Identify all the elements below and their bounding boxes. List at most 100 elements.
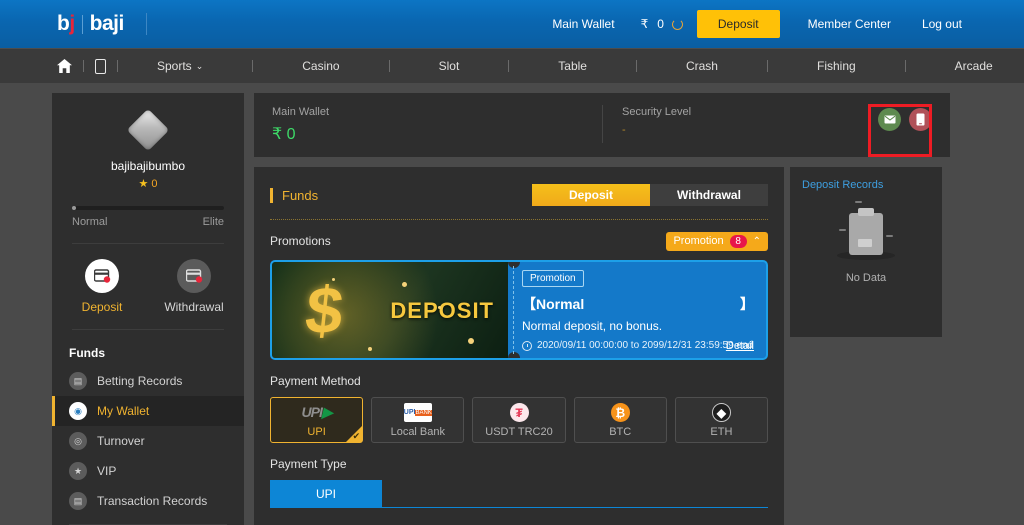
no-data-label: No Data xyxy=(845,272,887,284)
top-header: bj baji Main Wallet ₹ 0 Deposit Member C… xyxy=(0,0,1024,48)
header-deposit-button[interactable]: Deposit xyxy=(696,10,780,38)
promotion-name: 【Normal 】 xyxy=(522,294,754,314)
nav-item-casino[interactable]: Casino xyxy=(302,59,339,73)
chevron-up-icon: ⌃ xyxy=(752,235,761,247)
upi-logo-icon: UPI▶ xyxy=(301,404,333,420)
header-member-center-link[interactable]: Member Center xyxy=(808,17,891,31)
sidebar-item-betting-records[interactable]: ▤ Betting Records xyxy=(52,366,244,396)
wallet-icon: ◉ xyxy=(69,402,87,420)
dollar-symbol: $ xyxy=(302,273,347,347)
promotion-count-badge: 8 xyxy=(729,234,747,248)
nav-items: Sports ⌄ Casino Slot Table Crash Fishing … xyxy=(57,58,1024,74)
payment-method-usdt[interactable]: ₮ USDT TRC20 xyxy=(472,397,566,443)
level-labels: Normal Elite xyxy=(72,216,224,228)
promotion-tag: Promotion xyxy=(522,270,584,287)
promotion-description: Normal deposit, no bonus. xyxy=(522,319,663,333)
promotion-name-text: 【Normal xyxy=(522,296,585,312)
rupee-icon: ₹ xyxy=(640,17,649,31)
funds-header: Funds Deposit Withdrawal xyxy=(270,181,768,209)
payment-method-label: Payment Method xyxy=(270,374,361,388)
nav-item-table[interactable]: Table xyxy=(558,59,587,73)
payment-method-label-usdt: USDT TRC20 xyxy=(485,425,553,438)
funds-accent-bar xyxy=(270,187,273,203)
mobile-icon[interactable] xyxy=(95,58,106,74)
logo-tail-divider xyxy=(145,13,147,35)
page-root: bj baji Main Wallet ₹ 0 Deposit Member C… xyxy=(0,0,1024,525)
sidebar-item-transaction-records[interactable]: ▤ Transaction Records xyxy=(52,486,244,516)
sidebar-divider-2 xyxy=(72,329,224,330)
vip-star-icon: ★ xyxy=(69,462,87,480)
nav-divider xyxy=(83,60,84,72)
security-level-block: Security Level - xyxy=(622,106,691,136)
funds-panel: Funds Deposit Withdrawal Promotions Prom… xyxy=(254,167,784,525)
sidebar-item-label: Turnover xyxy=(97,434,145,448)
home-icon[interactable] xyxy=(57,59,72,73)
nav-divider xyxy=(904,60,906,72)
payment-type-upi[interactable]: UPI xyxy=(270,480,382,507)
brand-logo[interactable]: bj baji xyxy=(57,12,147,36)
sidebar-item-my-wallet[interactable]: ◉ My Wallet xyxy=(52,396,244,426)
deposit-records-title[interactable]: Deposit Records xyxy=(802,179,930,191)
sidebar-quick-actions: Deposit Withdrawal xyxy=(52,259,244,314)
panel-divider xyxy=(602,105,603,143)
tab-deposit[interactable]: Deposit xyxy=(532,184,650,206)
nav-item-crash[interactable]: Crash xyxy=(686,59,718,73)
banner-deposit-word: DEPOSIT xyxy=(390,298,494,323)
payment-method-label-btc: BTC xyxy=(609,425,632,438)
promotion-time-range: 2020/09/11 00:00:00 to 2099/12/31 23:59:… xyxy=(537,340,754,351)
main-wallet-amount: ₹ 0 xyxy=(272,124,329,144)
payment-method-label-local-bank: Local Bank xyxy=(390,425,446,438)
sidebar-withdrawal-label: Withdrawal xyxy=(164,300,224,314)
payment-method-label-eth: ETH xyxy=(710,425,733,438)
nav-item-arcade[interactable]: Arcade xyxy=(955,59,993,73)
nav-divider xyxy=(388,60,390,72)
transaction-records-icon: ▤ xyxy=(69,492,87,510)
chevron-down-icon: ⌄ xyxy=(195,60,204,71)
sparkle-icon xyxy=(402,282,407,287)
logo-divider xyxy=(81,14,83,34)
payment-method-label-upi: UPI xyxy=(307,425,326,438)
deposit-card-icon xyxy=(85,259,119,293)
nav-item-fishing[interactable]: Fishing xyxy=(817,59,856,73)
promotion-toggle-button[interactable]: Promotion 8 ⌃ xyxy=(666,231,768,251)
sidebar-item-vip[interactable]: ★ VIP xyxy=(52,456,244,486)
payment-method-upi[interactable]: UPI▶ UPI ✔ xyxy=(270,397,364,443)
nav-item-slot[interactable]: Slot xyxy=(439,59,460,73)
phone-icon[interactable] xyxy=(909,108,932,131)
payment-method-btc[interactable]: ₿ BTC xyxy=(573,397,667,443)
funds-title: Funds xyxy=(282,187,319,203)
sidebar-withdrawal-action[interactable]: Withdrawal xyxy=(163,259,225,314)
sidebar-item-label: My Wallet xyxy=(97,404,150,418)
header-balance-value: 0 xyxy=(657,17,664,31)
clipboard-line xyxy=(858,239,872,247)
ethereum-coin-icon: ◆ xyxy=(711,403,731,423)
main-navigation: Sports ⌄ Casino Slot Table Crash Fishing … xyxy=(0,48,1024,83)
promotion-card[interactable]: $ DEPOSIT Promotion 【Normal 】 Normal dep… xyxy=(270,260,768,360)
sidebar-username: bajibajibumbo xyxy=(110,159,186,173)
betting-records-icon: ▤ xyxy=(69,372,87,390)
deposit-records-panel: Deposit Records No Data xyxy=(790,167,942,337)
payment-method-eth[interactable]: ◆ ETH xyxy=(674,397,769,443)
clock-icon xyxy=(522,340,532,351)
header-logout-link[interactable]: Log out xyxy=(922,17,962,31)
refresh-icon[interactable] xyxy=(671,18,683,30)
bitcoin-coin-icon: ₿ xyxy=(610,403,630,423)
nav-divider xyxy=(117,60,118,72)
level-progress-bar xyxy=(72,206,224,210)
main-wallet-value: 0 xyxy=(286,126,296,143)
nav-divider xyxy=(635,60,637,72)
payment-method-local-bank[interactable]: UPIBANK Local Bank xyxy=(371,397,465,443)
sidebar-deposit-action[interactable]: Deposit xyxy=(71,259,133,314)
header-main-wallet-label[interactable]: Main Wallet xyxy=(552,17,614,31)
email-icon[interactable] xyxy=(878,108,901,131)
star-count: 0 xyxy=(151,178,158,190)
deposit-records-empty-state: No Data xyxy=(802,201,930,284)
payment-type-list: UPI xyxy=(270,480,768,508)
promotion-detail-link[interactable]: Detail xyxy=(726,340,754,352)
nav-item-sports[interactable]: Sports ⌄ xyxy=(157,59,203,73)
sidebar-item-turnover[interactable]: ◎ Turnover xyxy=(52,426,244,456)
check-icon: ✔ xyxy=(352,431,361,441)
tab-withdrawal[interactable]: Withdrawal xyxy=(650,184,768,206)
sidebar-star-rating: ★ 0 xyxy=(52,177,244,190)
clipboard-empty-icon xyxy=(839,201,893,255)
